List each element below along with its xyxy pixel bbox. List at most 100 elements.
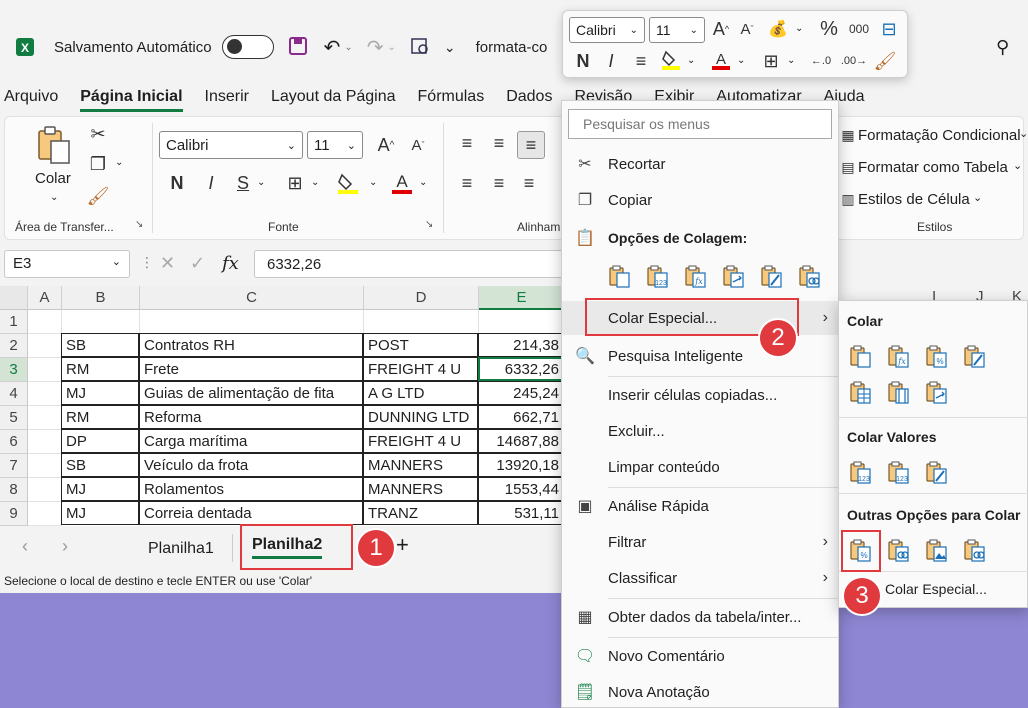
fill-color-icon[interactable]: [335, 169, 361, 197]
prev-sheet-icon[interactable]: ‹: [22, 536, 28, 557]
row-header[interactable]: 8: [0, 478, 28, 502]
menu-item-quick-analysis[interactable]: ▣ Análise Rápida: [562, 489, 838, 523]
paste-keep-source-format-icon[interactable]: [961, 343, 987, 369]
format-table-button[interactable]: Formatar como Tabela: [858, 159, 1008, 176]
menu-search-input[interactable]: Pesquisar os menus: [568, 109, 832, 139]
mini-accounting-icon[interactable]: 💰: [765, 17, 791, 41]
decrease-font-icon[interactable]: Aˇ: [405, 132, 431, 158]
mini-font-color-chevron-down-icon[interactable]: ⌄: [737, 55, 745, 66]
mini-fill-color-icon[interactable]: [659, 47, 683, 73]
align-middle-icon[interactable]: ≡: [487, 131, 511, 155]
paste-icon[interactable]: [606, 263, 632, 289]
cell[interactable]: RM: [61, 357, 139, 381]
sheet-tab-planilha1[interactable]: Planilha1: [148, 540, 214, 558]
cell[interactable]: FREIGHT 4 U: [363, 429, 478, 453]
cell[interactable]: [28, 454, 62, 478]
cell[interactable]: DP: [61, 429, 139, 453]
cell[interactable]: Guias de alimentação de fita: [139, 381, 363, 405]
name-box[interactable]: E3 ⌄: [4, 250, 130, 278]
mini-font-select[interactable]: Calibri ⌄: [569, 17, 645, 43]
cell[interactable]: [28, 502, 62, 526]
font-color-icon[interactable]: A: [389, 169, 415, 197]
font-size-select[interactable]: 11 ⌄: [307, 131, 363, 159]
align-right-icon[interactable]: ≡: [517, 171, 541, 195]
cell[interactable]: [28, 478, 62, 502]
menu-item-clear[interactable]: Limpar conteúdo: [562, 450, 838, 484]
paste-transpose-icon[interactable]: [720, 263, 746, 289]
paste-transpose-icon[interactable]: [923, 379, 949, 405]
paste-formatting-icon[interactable]: [758, 263, 784, 289]
italic-icon[interactable]: I: [199, 171, 223, 195]
menu-item-new-comment[interactable]: 🗨 Novo Comentário: [562, 639, 838, 673]
cell[interactable]: 214,38: [478, 333, 564, 357]
mini-format-painter-icon[interactable]: 🖌: [873, 49, 897, 73]
paste-picture-icon[interactable]: [923, 537, 949, 563]
customize-chevron-down-icon[interactable]: ⌄: [444, 39, 456, 56]
font-launcher-icon[interactable]: ↘: [425, 219, 433, 230]
styles-chevron-down-icon[interactable]: ⌄: [973, 191, 982, 204]
cell[interactable]: 6332,26: [478, 357, 564, 381]
bold-icon[interactable]: N: [165, 171, 189, 195]
paste-values-icon[interactable]: 123: [644, 263, 670, 289]
mini-wrap-icon[interactable]: ⊟: [877, 17, 901, 41]
cell[interactable]: MANNERS: [363, 453, 478, 477]
cell[interactable]: [479, 310, 565, 334]
cell[interactable]: 13920,18: [478, 453, 564, 477]
cell[interactable]: Frete: [139, 357, 363, 381]
enter-check-icon[interactable]: ✓: [190, 253, 205, 274]
redo-chevron-down-icon[interactable]: ⌄: [388, 42, 396, 53]
cell[interactable]: Correia dentada: [139, 501, 363, 525]
add-sheet-icon[interactable]: +: [396, 532, 409, 558]
underline-icon[interactable]: S: [231, 171, 255, 195]
accounting-chevron-down-icon[interactable]: ⌄: [795, 23, 803, 34]
menu-item-get-data[interactable]: ▦ Obter dados da tabela/inter...: [562, 600, 838, 634]
cell[interactable]: [62, 310, 140, 334]
tab-inserir[interactable]: Inserir: [205, 84, 249, 112]
cell[interactable]: SB: [61, 453, 139, 477]
row-header[interactable]: 2: [0, 334, 28, 358]
cell[interactable]: 531,11: [478, 501, 564, 525]
paste-label[interactable]: Colar: [35, 170, 71, 187]
cell[interactable]: RM: [61, 405, 139, 429]
paste-chevron-down-icon[interactable]: ⌄: [50, 192, 58, 203]
copy-icon[interactable]: ❐: [87, 153, 109, 175]
cell[interactable]: 662,71: [478, 405, 564, 429]
undo-chevron-down-icon[interactable]: ⌄: [344, 42, 352, 53]
cell[interactable]: Contratos RH: [139, 333, 363, 357]
formula-input[interactable]: 6332,26: [254, 250, 564, 278]
save-icon[interactable]: [288, 36, 308, 59]
tab-dados[interactable]: Dados: [506, 84, 552, 112]
col-header-a[interactable]: A: [28, 286, 62, 310]
align-left-icon[interactable]: ≡: [455, 171, 479, 195]
menu-item-delete[interactable]: Excluir...: [562, 414, 838, 448]
font-color-chevron-down-icon[interactable]: ⌄: [419, 177, 427, 188]
cell[interactable]: [28, 382, 62, 406]
row-header[interactable]: 7: [0, 454, 28, 478]
mini-increase-font-icon[interactable]: A ^: [709, 17, 733, 41]
increase-font-icon[interactable]: A ^: [373, 132, 399, 158]
col-header-d[interactable]: D: [364, 286, 479, 310]
row-header[interactable]: 5: [0, 406, 28, 430]
paste-formulas-icon[interactable]: fx: [682, 263, 708, 289]
autosave-toggle[interactable]: [221, 35, 274, 59]
fill-chevron-down-icon[interactable]: ⌄: [369, 177, 377, 188]
select-all-corner[interactable]: [0, 286, 28, 310]
paste-link-icon[interactable]: [885, 537, 911, 563]
cond-chevron-down-icon[interactable]: ⌄: [1019, 127, 1028, 140]
paste-keep-column-widths-icon[interactable]: [885, 379, 911, 405]
menu-item-filter[interactable]: Filtrar ›: [562, 525, 838, 559]
clipboard-launcher-icon[interactable]: ↘: [135, 219, 143, 230]
col-header-c[interactable]: C: [140, 286, 364, 310]
row-header[interactable]: 6: [0, 430, 28, 454]
mini-borders-icon[interactable]: ⊞: [759, 49, 783, 73]
form-icon[interactable]: [410, 36, 430, 59]
menu-item-sort[interactable]: Classificar ›: [562, 561, 838, 595]
cell[interactable]: MJ: [61, 477, 139, 501]
mini-size-select[interactable]: 11 ⌄: [649, 17, 705, 43]
insert-function-icon[interactable]: fx: [222, 253, 239, 274]
align-top-icon[interactable]: ≡: [455, 131, 479, 155]
cell[interactable]: [140, 310, 364, 334]
paste-values-icon[interactable]: 123: [847, 459, 873, 485]
mini-decrease-font-icon[interactable]: Aˇ: [735, 17, 759, 41]
cell[interactable]: A G LTD: [363, 381, 478, 405]
